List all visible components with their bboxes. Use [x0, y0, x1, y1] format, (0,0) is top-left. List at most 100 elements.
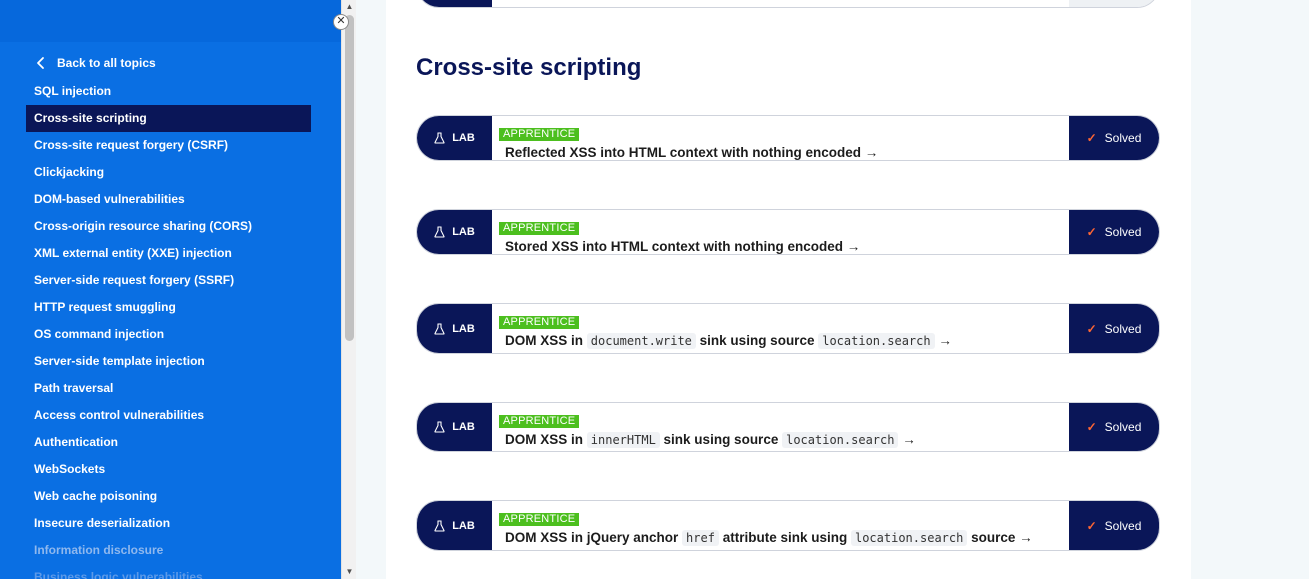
lab-title[interactable]: Reflected XSS into HTML context with not…	[505, 145, 1069, 160]
lab-title-text: sink using source	[659, 432, 783, 447]
lab-status: ✓ Solved	[1069, 304, 1159, 353]
previous-lab-row-partial[interactable]	[416, 0, 1160, 8]
flask-icon	[434, 226, 445, 238]
back-link-label: Back to all topics	[57, 56, 156, 70]
flask-icon	[434, 519, 445, 532]
flask-icon	[434, 322, 445, 335]
code-snippet: document.write	[586, 333, 696, 349]
lab-status-label: Solved	[1104, 518, 1142, 533]
lab-status-label: Solved	[1104, 131, 1142, 145]
lab-body: APPRENTICE DOM XSS in innerHTML sink usi…	[492, 403, 1069, 451]
checkmark-icon: ✓	[1086, 225, 1097, 239]
sidebar-item-os-command-injection[interactable]: OS command injection	[26, 321, 311, 348]
sidebar-item-sql-injection[interactable]: SQL injection	[26, 78, 311, 105]
sidebar-item-websockets[interactable]: WebSockets	[26, 456, 311, 483]
flask-icon	[434, 421, 445, 433]
lab-tag-label: LAB	[452, 226, 475, 238]
level-badge: APPRENTICE	[499, 513, 580, 526]
sidebar-item-ssrf[interactable]: Server-side request forgery (SSRF)	[26, 267, 311, 294]
sidebar-item-ssti[interactable]: Server-side template injection	[26, 348, 311, 375]
checkmark-icon: ✓	[1086, 518, 1097, 533]
close-icon[interactable]: ✕	[333, 14, 349, 30]
lab-body: APPRENTICE Stored XSS into HTML context …	[492, 210, 1069, 254]
topic-nav: SQL injection Cross-site scripting Cross…	[26, 78, 311, 579]
scrollbar-thumb[interactable]	[345, 15, 354, 341]
code-snippet: href	[682, 530, 719, 546]
lab-title-text: source →	[967, 530, 1033, 545]
lab-row[interactable]: LAB APPRENTICE DOM XSS in innerHTML sink…	[416, 402, 1160, 452]
lab-row[interactable]: LAB APPRENTICE DOM XSS in jQuery anchor …	[416, 500, 1160, 551]
main-content: Cross-site scripting LAB APPRENTICE Refl…	[386, 0, 1191, 579]
lab-tag-label: LAB	[452, 519, 475, 532]
lab-tag-partial	[417, 0, 492, 7]
checkmark-icon: ✓	[1086, 321, 1097, 336]
scroll-up-arrow-icon[interactable]: ▲	[342, 0, 357, 14]
lab-title-text: →	[934, 333, 952, 348]
level-badge: APPRENTICE	[499, 415, 580, 428]
sidebar-item-xxe[interactable]: XML external entity (XXE) injection	[26, 240, 311, 267]
lab-status: ✓ Solved	[1069, 403, 1159, 451]
lab-tag: LAB	[417, 501, 492, 550]
lab-title[interactable]: DOM XSS in document.write sink using sou…	[505, 333, 1069, 349]
flask-icon	[434, 132, 445, 144]
lab-status: ✓ Solved	[1069, 210, 1159, 254]
lab-tag-label: LAB	[452, 322, 475, 335]
lab-tag-label: LAB	[452, 421, 475, 433]
lab-tag: LAB	[417, 304, 492, 353]
level-badge: APPRENTICE	[499, 222, 580, 235]
sidebar-scrollbar[interactable]: ▲ ▼	[341, 0, 356, 579]
lab-title[interactable]: Stored XSS into HTML context with nothin…	[505, 239, 1069, 254]
lab-title-text: attribute sink using	[718, 530, 851, 545]
lab-title[interactable]: DOM XSS in jQuery anchor href attribute …	[505, 530, 1069, 546]
sidebar-item-path-traversal[interactable]: Path traversal	[26, 375, 311, 402]
sidebar-item-cors[interactable]: Cross-origin resource sharing (CORS)	[26, 213, 311, 240]
code-snippet: location.search	[850, 530, 968, 546]
code-snippet: innerHTML	[586, 432, 660, 448]
lab-title-text: DOM XSS in	[505, 432, 587, 447]
lab-title-text: Reflected XSS into HTML context with not…	[505, 145, 879, 160]
level-badge: APPRENTICE	[499, 128, 580, 141]
lab-tag: LAB	[417, 210, 492, 254]
chevron-left-icon	[37, 57, 44, 69]
sidebar: Back to all topics SQL injection Cross-s…	[0, 0, 341, 579]
lab-row[interactable]: LAB APPRENTICE Stored XSS into HTML cont…	[416, 209, 1160, 255]
lab-title-text: DOM XSS in jQuery anchor	[505, 530, 683, 545]
sidebar-item-clickjacking[interactable]: Clickjacking	[26, 159, 311, 186]
lab-title-text: DOM XSS in	[505, 333, 587, 348]
code-snippet: location.search	[782, 432, 899, 448]
lab-title-text: →	[898, 432, 916, 447]
sidebar-item-authentication[interactable]: Authentication	[26, 429, 311, 456]
lab-title[interactable]: DOM XSS in innerHTML sink using source l…	[505, 432, 1069, 448]
back-to-topics-link[interactable]: Back to all topics	[34, 56, 156, 70]
sidebar-item-insecure-deserialization[interactable]: Insecure deserialization	[26, 510, 311, 537]
lab-status-label: Solved	[1104, 321, 1142, 336]
code-snippet: location.search	[818, 333, 935, 349]
sidebar-item-web-cache-poisoning[interactable]: Web cache poisoning	[26, 483, 311, 510]
level-badge: APPRENTICE	[499, 316, 580, 329]
lab-body: APPRENTICE DOM XSS in document.write sin…	[492, 304, 1069, 353]
lab-status-partial	[1069, 0, 1159, 7]
sidebar-item-request-smuggling[interactable]: HTTP request smuggling	[26, 294, 311, 321]
sidebar-item-access-control[interactable]: Access control vulnerabilities	[26, 402, 311, 429]
lab-tag: LAB	[417, 116, 492, 160]
lab-title-text: sink using source	[695, 333, 819, 348]
lab-tag: LAB	[417, 403, 492, 451]
sidebar-top-band	[0, 0, 341, 42]
checkmark-icon: ✓	[1086, 420, 1097, 434]
checkmark-icon: ✓	[1086, 131, 1097, 145]
sidebar-item-csrf[interactable]: Cross-site request forgery (CSRF)	[26, 132, 311, 159]
lab-status-label: Solved	[1104, 420, 1142, 434]
lab-row[interactable]: LAB APPRENTICE Reflected XSS into HTML c…	[416, 115, 1160, 161]
section-heading: Cross-site scripting	[416, 54, 642, 81]
lab-title-text: Stored XSS into HTML context with nothin…	[505, 239, 861, 254]
sidebar-item-dom-based[interactable]: DOM-based vulnerabilities	[26, 186, 311, 213]
lab-status-label: Solved	[1104, 225, 1142, 239]
lab-status: ✓ Solved	[1069, 116, 1159, 160]
lab-body: APPRENTICE Reflected XSS into HTML conte…	[492, 116, 1069, 160]
sidebar-item-information-disclosure[interactable]: Information disclosure	[26, 537, 311, 564]
scroll-down-arrow-icon[interactable]: ▼	[342, 565, 357, 579]
sidebar-item-business-logic[interactable]: Business logic vulnerabilities	[26, 564, 311, 579]
lab-row[interactable]: LAB APPRENTICE DOM XSS in document.write…	[416, 303, 1160, 354]
sidebar-item-cross-site-scripting[interactable]: Cross-site scripting	[26, 105, 311, 132]
lab-tag-label: LAB	[452, 132, 475, 144]
